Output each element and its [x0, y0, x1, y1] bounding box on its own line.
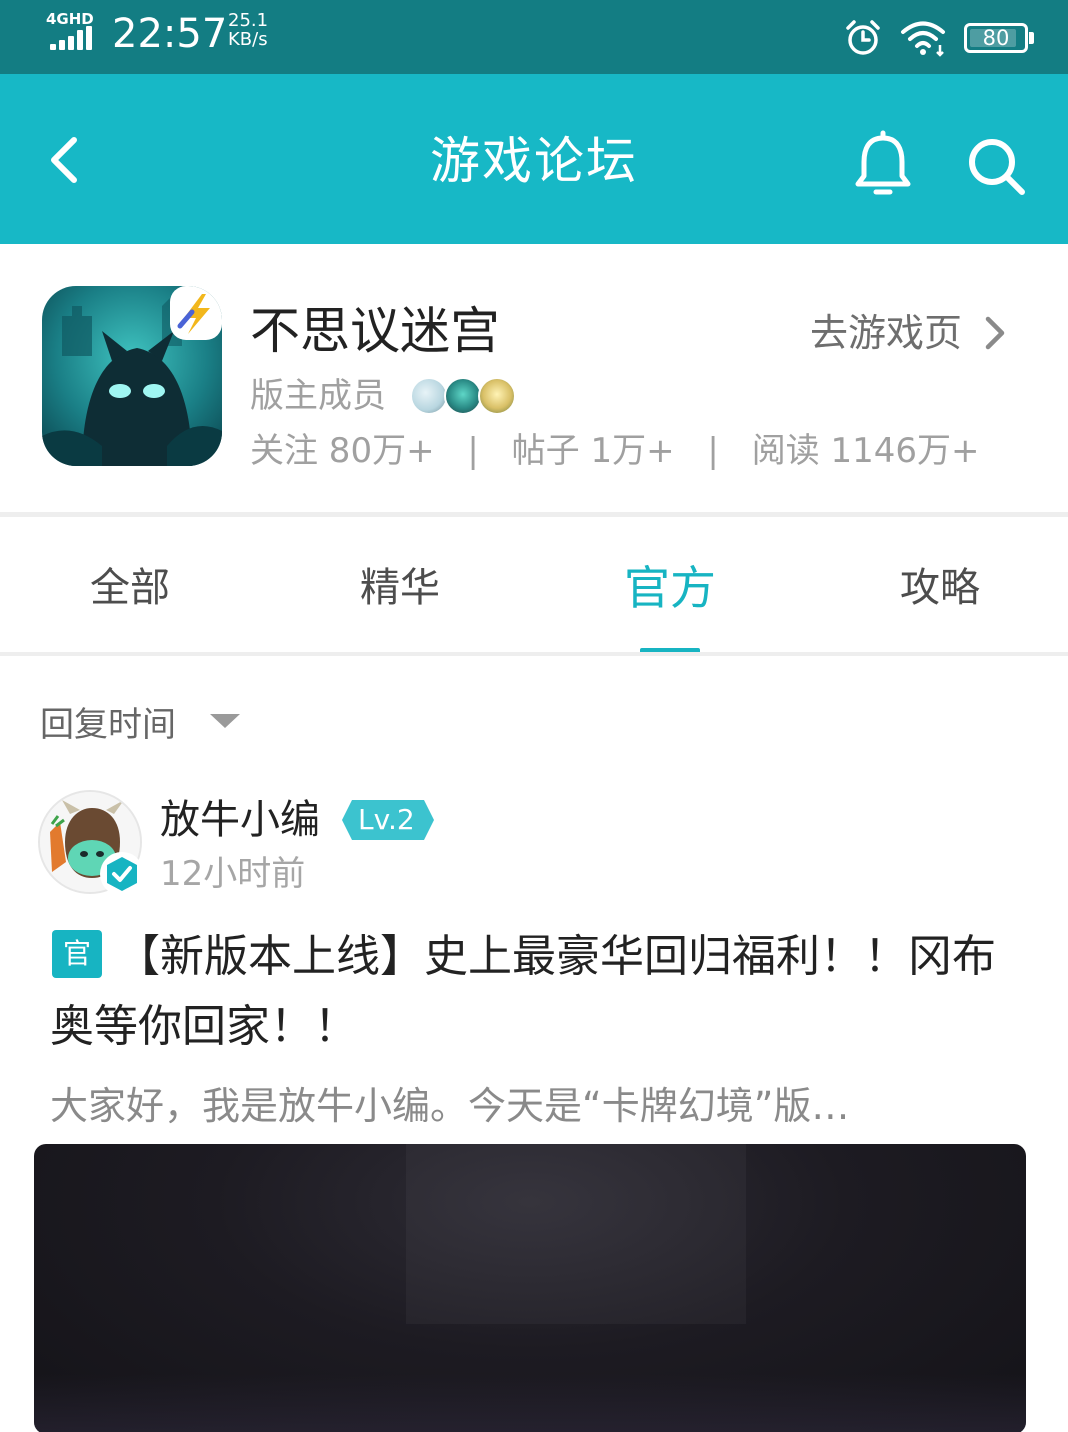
post-time: 12小时前: [160, 854, 306, 894]
moderator-row[interactable]: 版主成员: [250, 372, 516, 420]
network-speed-unit: KB/s: [228, 29, 268, 50]
status-icons: 80: [844, 16, 1034, 60]
moderator-label: 版主成员: [250, 376, 386, 416]
tab-guides[interactable]: 攻略: [840, 560, 1040, 616]
nav-bar: 游戏论坛: [0, 74, 1068, 244]
sort-label: 回复时间: [40, 704, 176, 745]
post-title[interactable]: 【新版本上线】史上最豪华回归福利！！冈布奥等你回家！！: [50, 922, 1010, 1062]
level-label: Lv.2: [358, 803, 415, 836]
tab-bar: 全部 精华 官方 攻略: [0, 520, 1068, 655]
tab-official[interactable]: 官方: [570, 560, 770, 616]
caret-down-icon: [210, 714, 240, 728]
post-count: 帖子 1万+: [511, 431, 675, 471]
verified-badge-icon: [100, 852, 144, 896]
tabs-divider: [0, 652, 1068, 656]
search-icon[interactable]: [962, 132, 1032, 200]
game-name: 不思议迷宫: [250, 302, 500, 360]
wifi-icon: [901, 21, 945, 57]
network-speed: 25.1 KB/s: [228, 12, 268, 50]
chevron-right-icon: [985, 316, 1005, 350]
game-header: 不思议迷宫 去游戏页 版主成员 关注 80万+ | 帖子 1万+ | 阅读 11…: [0, 244, 1068, 512]
clock: 22:57: [112, 11, 228, 57]
moderator-avatar[interactable]: [410, 377, 448, 415]
bell-icon[interactable]: [850, 130, 916, 200]
post-image[interactable]: [34, 1144, 1026, 1432]
alarm-icon: [846, 20, 880, 55]
sort-dropdown[interactable]: 回复时间: [40, 696, 240, 746]
network-indicator: 4GHD: [46, 10, 102, 50]
stats-separator: |: [467, 431, 479, 471]
battery-icon: 80: [964, 21, 1034, 55]
moderator-avatar[interactable]: [478, 377, 516, 415]
stats-separator: |: [707, 431, 719, 471]
tab-featured[interactable]: 精华: [300, 560, 500, 616]
post-excerpt[interactable]: 大家好，我是放牛小编。今天是“卡牌幻境”版…: [50, 1078, 1010, 1134]
moderator-avatar[interactable]: [444, 377, 482, 415]
battery-level: 80: [982, 26, 1010, 50]
game-icon[interactable]: [42, 286, 222, 466]
follow-count: 关注 80万+: [250, 431, 435, 471]
goto-game-page-link[interactable]: 去游戏页: [810, 306, 1008, 360]
read-count: 阅读 1146万+: [751, 431, 980, 471]
status-bar: 4GHD 22:57 25.1 KB/s 80: [0, 0, 1068, 74]
section-divider: [0, 512, 1068, 517]
moderator-avatars[interactable]: [410, 377, 516, 415]
game-stats: 关注 80万+ | 帖子 1万+ | 阅读 1146万+: [250, 426, 980, 476]
goto-game-page-label: 去游戏页: [809, 311, 962, 355]
tab-all[interactable]: 全部: [30, 560, 230, 616]
author-name[interactable]: 放牛小编: [160, 794, 320, 846]
